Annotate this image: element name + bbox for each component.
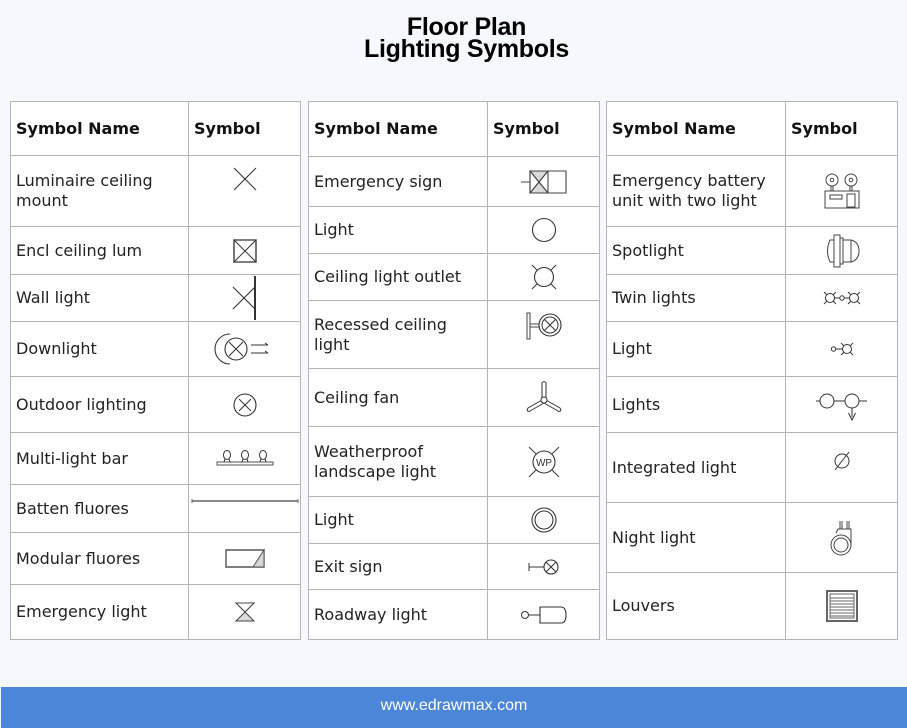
table-row: Emergency battery unit with two light bbox=[606, 155, 898, 227]
table-row: Emergency light bbox=[10, 584, 301, 640]
symbol-name: Emergency battery unit with two light bbox=[606, 155, 786, 227]
footer-banner: www.edrawmax.com bbox=[1, 687, 907, 728]
symbol-name: Roadway light bbox=[308, 589, 488, 640]
symbol-name: Twin lights bbox=[606, 274, 786, 322]
table-row: Ceiling light outlet bbox=[308, 253, 600, 301]
table-row: Light bbox=[606, 321, 898, 377]
downlight-icon bbox=[220, 332, 270, 366]
header-symbol-name: Symbol Name bbox=[606, 101, 786, 156]
lights-chain-icon bbox=[815, 393, 869, 423]
symbol-name: Multi-light bar bbox=[10, 432, 189, 485]
table-row: Twin lights bbox=[606, 274, 898, 322]
header-symbol: Symbol bbox=[188, 101, 301, 156]
symbol-name: Downlight bbox=[10, 321, 189, 377]
symbol-name: Ceiling fan bbox=[308, 368, 488, 427]
exit-sign-icon bbox=[528, 558, 560, 576]
symbol-name: Outdoor lighting bbox=[10, 376, 189, 433]
night-light-icon bbox=[828, 520, 856, 557]
symbol-table-1: Symbol Name Symbol Luminaire ceiling mou… bbox=[10, 101, 301, 640]
integrated-light-icon bbox=[832, 450, 852, 472]
symbol-name: Batten fluores bbox=[10, 484, 189, 533]
symbol-table-3: Symbol Name Symbol Emergency battery uni… bbox=[606, 101, 898, 640]
emergency-sign-icon bbox=[520, 170, 568, 194]
symbol-name: Encl ceiling lum bbox=[10, 226, 189, 275]
louvers-icon bbox=[826, 590, 858, 622]
footer-url[interactable]: www.edrawmax.com bbox=[381, 697, 528, 714]
symbol-name: Weatherproof landscape light bbox=[308, 426, 488, 497]
table-row: Lights bbox=[606, 376, 898, 433]
emergency-battery-unit-icon bbox=[823, 172, 861, 210]
recessed-ceiling-light-icon bbox=[526, 297, 562, 357]
header-symbol-name: Symbol Name bbox=[308, 101, 488, 157]
symbol-name: Exit sign bbox=[308, 543, 488, 590]
table-row: Emergency sign bbox=[308, 156, 600, 207]
table-row: Integrated light bbox=[606, 432, 898, 503]
symbol-name: Louvers bbox=[606, 572, 786, 640]
roadway-light-icon bbox=[520, 605, 568, 625]
symbol-name: Emergency sign bbox=[308, 156, 488, 207]
wp-label: WP bbox=[535, 458, 551, 469]
header-symbol: Symbol bbox=[487, 101, 600, 157]
light-double-circle-icon bbox=[530, 506, 558, 534]
table-header-row: Symbol Name Symbol bbox=[10, 101, 301, 156]
symbol-name: Light bbox=[308, 496, 488, 544]
outdoor-lighting-icon bbox=[232, 392, 258, 418]
table-row: Modular fluores bbox=[10, 532, 301, 585]
table-row: Downlight bbox=[10, 321, 301, 377]
table-row: Light bbox=[308, 496, 600, 544]
symbol-name: Lights bbox=[606, 376, 786, 433]
symbol-name: Wall light bbox=[10, 274, 189, 322]
modular-fluores-icon bbox=[225, 549, 265, 569]
page-title: Floor Plan Lighting Symbols bbox=[0, 15, 907, 63]
symbol-name: Emergency light bbox=[10, 584, 189, 640]
header-symbol: Symbol bbox=[785, 101, 898, 156]
ceiling-fan-icon bbox=[525, 381, 563, 415]
ceiling-light-outlet-icon bbox=[529, 262, 559, 292]
table-row: Batten fluores bbox=[10, 484, 301, 533]
table-row: Night light bbox=[606, 502, 898, 573]
title-line-2: Lighting Symbols bbox=[364, 35, 569, 63]
symbol-name: Night light bbox=[606, 502, 786, 573]
table-row: Exit sign bbox=[308, 543, 600, 590]
table-row: Louvers bbox=[606, 572, 898, 640]
table-row: Multi-light bar bbox=[10, 432, 301, 485]
table-row: Ceiling fan bbox=[308, 368, 600, 427]
table-row: Recessed ceiling light bbox=[308, 300, 600, 369]
table-row: Wall light bbox=[10, 274, 301, 322]
light-outlet-icon bbox=[830, 341, 854, 357]
symbol-table-2: Symbol Name Symbol Emergency sign Light … bbox=[308, 101, 600, 640]
twin-lights-icon bbox=[823, 290, 861, 306]
table-row: Weatherproof landscape light WP bbox=[308, 426, 600, 497]
symbol-name: Recessed ceiling light bbox=[308, 300, 488, 369]
symbol-name: Light bbox=[606, 321, 786, 377]
symbol-name: Ceiling light outlet bbox=[308, 253, 488, 301]
table-header-row: Symbol Name Symbol bbox=[308, 101, 600, 157]
table-row: Roadway light bbox=[308, 589, 600, 640]
emergency-light-icon bbox=[235, 602, 255, 622]
header-symbol-name: Symbol Name bbox=[10, 101, 189, 156]
light-circle-icon bbox=[531, 217, 557, 243]
encl-ceiling-lum-icon bbox=[233, 239, 257, 263]
wall-light-icon bbox=[232, 276, 258, 320]
batten-fluores-icon bbox=[190, 498, 300, 503]
table-row: Outdoor lighting bbox=[10, 376, 301, 433]
symbol-name: Spotlight bbox=[606, 226, 786, 275]
table-row: Light bbox=[308, 206, 600, 254]
spotlight-icon bbox=[823, 233, 861, 269]
multi-light-bar-icon bbox=[216, 449, 274, 469]
table-row: Spotlight bbox=[606, 226, 898, 275]
luminaire-ceiling-mount-icon bbox=[230, 156, 260, 206]
table-row: Luminaire ceiling mount bbox=[10, 155, 301, 227]
symbol-name: Integrated light bbox=[606, 432, 786, 503]
symbol-name: Luminaire ceiling mount bbox=[10, 155, 189, 227]
symbol-name: Light bbox=[308, 206, 488, 254]
symbol-name: Modular fluores bbox=[10, 532, 189, 585]
table-header-row: Symbol Name Symbol bbox=[606, 101, 898, 156]
weatherproof-landscape-light-icon: WP bbox=[527, 445, 561, 479]
table-row: Encl ceiling lum bbox=[10, 226, 301, 275]
